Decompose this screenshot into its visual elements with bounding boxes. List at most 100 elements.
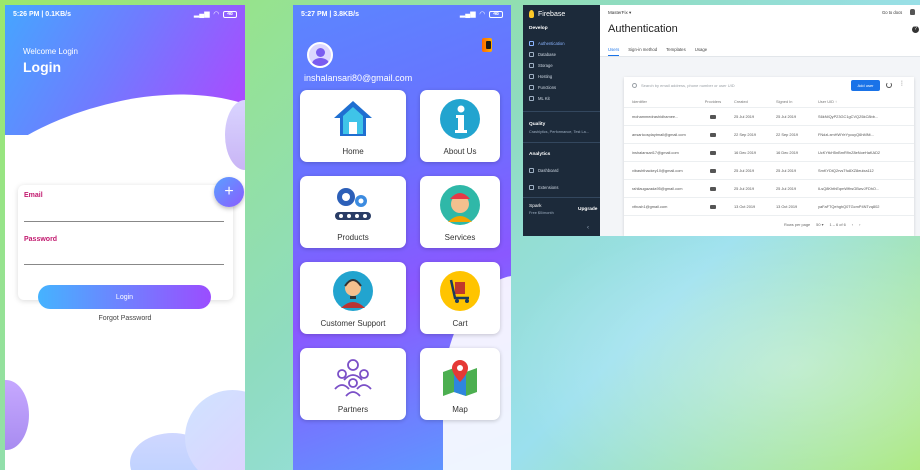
tile-about-us[interactable]: About Us — [420, 90, 500, 162]
plan-subtitle: Free $0/month — [529, 211, 554, 215]
provider-cell — [692, 168, 734, 173]
help-icon[interactable]: ? — [912, 26, 919, 33]
column-header[interactable]: Signed In — [776, 99, 818, 104]
table-row[interactable]: inshalansari17@gmail.com 16 Dec 2019 16 De… — [624, 144, 914, 162]
tile-home[interactable]: Home — [300, 90, 406, 162]
tile-cart[interactable]: Cart — [420, 262, 500, 334]
tile-label: Map — [452, 405, 468, 414]
signed-in-cell: 25 Jul 2019 — [776, 168, 797, 173]
more-options-icon[interactable]: ⋮ — [899, 81, 905, 87]
tab-templates[interactable]: Templates — [666, 47, 686, 56]
section-quality[interactable]: Quality — [529, 122, 545, 127]
status-bar: 5:27 PM | 3.8KB/s ▂▄▆ ◠ 48 — [293, 5, 511, 23]
column-header[interactable]: User UID ↑ — [818, 99, 914, 104]
people-icon — [529, 41, 534, 46]
sidebar-item-label: Extensions — [538, 185, 559, 190]
add-user-button[interactable]: Add user — [851, 80, 880, 91]
rows-per-page-select[interactable]: 50 ▾ — [816, 222, 823, 227]
tile-products[interactable]: Products — [300, 176, 406, 248]
sidebar-item-functions[interactable]: Functions — [529, 85, 556, 90]
go-to-docs-link[interactable]: Go to docs — [882, 10, 902, 15]
table-row[interactable]: rahilaugazada95@gmail.com 25 Jul 2019 25 J… — [624, 180, 914, 198]
sidebar-item-extensions[interactable]: Extensions — [529, 185, 558, 190]
pagination-range: 1 – 6 of 6 — [829, 222, 846, 227]
tab-usage[interactable]: Usage — [695, 47, 707, 56]
column-header[interactable]: Providers — [692, 99, 734, 104]
identifier-cell: inshalansari17@gmail.com — [632, 150, 679, 155]
sidebar-item-ml-kit[interactable]: ML Kit — [529, 96, 550, 101]
decorative-blob — [5, 380, 29, 450]
refresh-icon[interactable] — [886, 82, 892, 88]
sidebar-item-database[interactable]: Database — [529, 52, 556, 57]
next-page-icon[interactable]: › — [859, 222, 860, 227]
provider-cell — [692, 150, 734, 155]
brand-name: Firebase — [538, 10, 566, 18]
forgot-password-link[interactable]: Forgot Password — [5, 315, 245, 322]
hosting-icon — [529, 74, 534, 79]
info-icon — [440, 99, 480, 139]
tile-partners[interactable]: Partners — [300, 348, 406, 420]
table-row[interactable]: ansaricosplaytmail@gmail.com 22 Sep 2019 2… — [624, 126, 914, 144]
table-row[interactable]: vthush1@gmail.com 13 Oct 2019 13 Oct 2019 y… — [624, 198, 914, 216]
tile-label: About Us — [443, 147, 477, 156]
table-row[interactable]: mohammedrashidhamee... 25 Jul 2019 25 Jul … — [624, 108, 914, 126]
section-analytics[interactable]: Analytics — [529, 152, 550, 157]
email-provider-icon — [710, 204, 716, 209]
tab-sign-in-method[interactable]: Sign-in method — [628, 47, 657, 56]
provider-cell — [692, 132, 734, 137]
signed-in-cell: 16 Dec 2019 — [776, 150, 799, 155]
users-card: Search by email address, phone number or… — [624, 77, 914, 236]
quality-subtitle: Crashlytics, Performance, Test La... — [529, 130, 589, 134]
column-header[interactable]: Identifier — [624, 99, 692, 104]
created-cell: 22 Sep 2019 — [734, 132, 757, 137]
signed-in-cell: 25 Jul 2019 — [776, 186, 797, 191]
upgrade-button[interactable]: Upgrade — [578, 207, 597, 212]
prev-page-icon[interactable]: ‹ — [852, 222, 853, 227]
table-header: Identifier Providers Created Signed In U… — [624, 96, 914, 108]
tile-map[interactable]: Map — [420, 348, 500, 420]
chevron-down-icon: ▾ — [629, 10, 632, 15]
password-field[interactable] — [24, 264, 224, 265]
users-table: Identifier Providers Created Signed In U… — [624, 96, 914, 216]
sidebar-item-storage[interactable]: Storage — [529, 63, 553, 68]
storage-icon — [529, 63, 534, 68]
search-input[interactable]: Search by email address, phone number or… — [632, 83, 735, 88]
provider-cell — [692, 204, 734, 209]
support-agent-icon — [333, 271, 373, 311]
identifier-cell: ansaricosplaytmail@gmail.com — [632, 132, 686, 137]
sidebar-item-dashboard[interactable]: Dashboard — [529, 168, 559, 173]
sidebar-item-hosting[interactable]: Hosting — [529, 74, 552, 79]
table-row[interactable]: vibashthackey10@gmail.com 25 Jul 2019 25 J… — [624, 162, 914, 180]
map-pin-icon — [443, 360, 477, 396]
project-selector[interactable]: MasterFix ▾ — [608, 10, 631, 16]
column-header[interactable]: Created — [734, 99, 776, 104]
tab-users[interactable]: Users — [608, 47, 620, 56]
top-bar: MasterFix ▾ Go to docs Authentication ? … — [600, 5, 920, 57]
sidebar-item-label: Authentication — [538, 41, 565, 46]
collapse-icon[interactable]: ‹ — [587, 225, 589, 231]
tile-services[interactable]: Services — [420, 176, 500, 248]
extensions-icon — [529, 185, 534, 190]
bell-icon[interactable] — [910, 9, 915, 15]
gears-icon — [335, 188, 371, 220]
functions-icon — [529, 85, 534, 90]
add-button[interactable]: + — [214, 177, 244, 207]
divider — [523, 111, 600, 112]
sidebar-item-authentication[interactable]: Authentication — [529, 41, 565, 46]
tile-label: Services — [444, 233, 476, 242]
tile-label: Partners — [337, 405, 369, 414]
tile-customer-support[interactable]: Customer Support — [300, 262, 406, 334]
login-button[interactable]: Login — [38, 285, 211, 309]
email-provider-icon — [710, 114, 716, 119]
search-placeholder: Search by email address, phone number or… — [641, 83, 735, 88]
firebase-logo[interactable]: Firebase — [529, 10, 565, 18]
section-develop[interactable]: Develop — [529, 26, 548, 31]
chart-icon — [529, 168, 534, 173]
avatar[interactable] — [307, 42, 333, 68]
decorative-blob — [185, 390, 245, 470]
divider — [523, 142, 600, 143]
signed-in-cell: 22 Sep 2019 — [776, 132, 799, 137]
firebase-console: Firebase Develop Authentication Database… — [523, 5, 920, 236]
logout-icon[interactable] — [482, 38, 492, 52]
email-field[interactable] — [24, 221, 224, 222]
